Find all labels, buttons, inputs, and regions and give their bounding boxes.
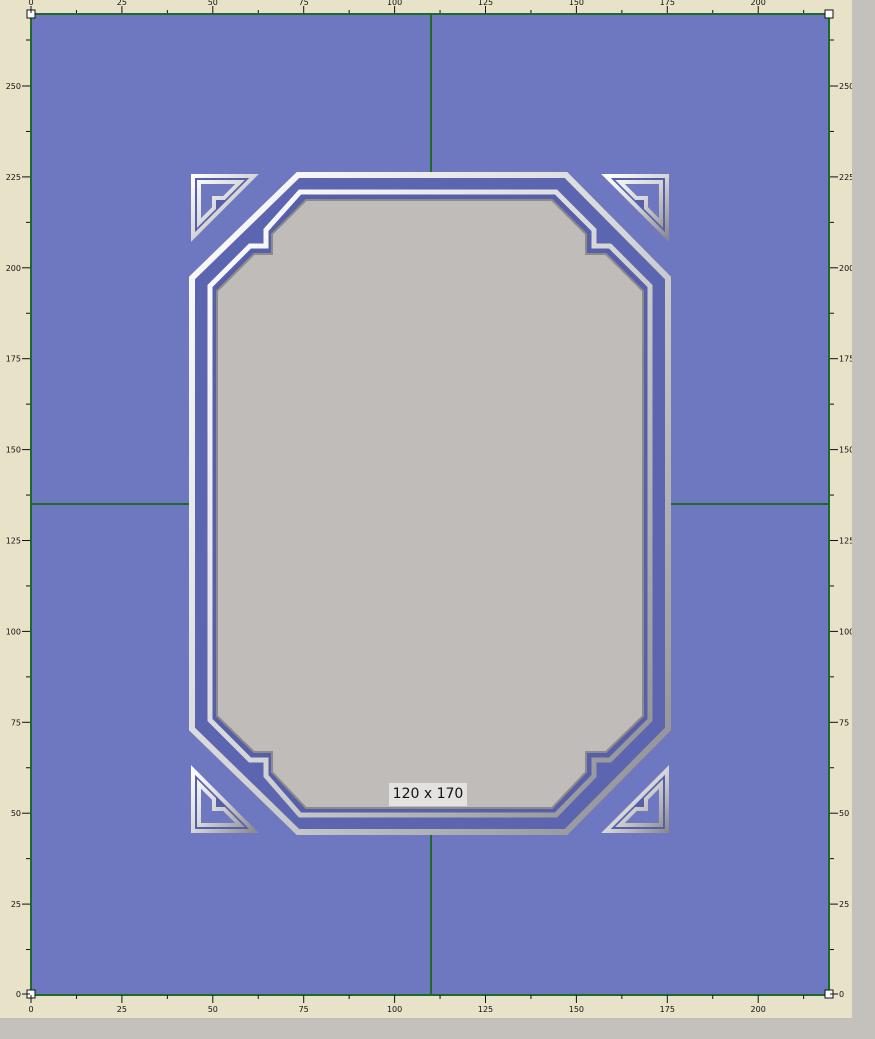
ruler-left-label: 175 xyxy=(6,355,21,364)
ruler-right-label: 75 xyxy=(839,718,849,727)
ruler-left-label: 100 xyxy=(6,627,21,636)
ruler-left-label: 75 xyxy=(11,718,21,727)
ruler-left[interactable] xyxy=(0,0,30,1018)
ruler-left-label: 250 xyxy=(6,82,21,91)
ruler-top-label: 100 xyxy=(387,0,402,7)
ruler-right-label: 25 xyxy=(839,900,849,909)
ruler-right-label: 175 xyxy=(839,355,852,364)
ruler-left-label: 0 xyxy=(16,990,21,999)
ruler-left-label: 150 xyxy=(6,446,21,455)
ruler-right-label: 0 xyxy=(839,990,844,999)
ruler-bottom-label: 150 xyxy=(569,1005,584,1014)
ruler-bottom[interactable] xyxy=(0,995,852,1018)
ruler-right-label: 225 xyxy=(839,173,852,182)
ruler-top[interactable] xyxy=(0,0,852,13)
ruler-right[interactable] xyxy=(830,0,852,1018)
ruler-top-label: 50 xyxy=(208,0,218,7)
right-panel-edge xyxy=(852,0,875,1019)
ruler-left-label: 25 xyxy=(11,900,21,909)
ruler-left-label: 125 xyxy=(6,537,21,546)
ruler-top-label: 25 xyxy=(117,0,127,7)
ruler-bottom-label: 0 xyxy=(28,1005,33,1014)
ruler-bottom-label: 75 xyxy=(299,1005,309,1014)
ruler-right-label: 250 xyxy=(839,82,852,91)
canvas-svg[interactable]: 0 25 50 75 100 125 150 175 200 0 25 50 75 100 125 150 17… xyxy=(0,0,852,1018)
ruler-bottom-label: 100 xyxy=(387,1005,402,1014)
ruler-left-label: 200 xyxy=(6,264,21,273)
ruler-right-label: 200 xyxy=(839,264,852,273)
ruler-top-label: 125 xyxy=(478,0,493,7)
ruler-left-label: 50 xyxy=(11,809,21,818)
ruler-right-label: 125 xyxy=(839,537,852,546)
ruler-bottom-label: 50 xyxy=(208,1005,218,1014)
ruler-top-label: 150 xyxy=(569,0,584,7)
ruler-right-label: 150 xyxy=(839,446,852,455)
ruler-top-label: 0 xyxy=(28,0,33,7)
ruler-top-label: 175 xyxy=(660,0,675,7)
ruler-top-label: 75 xyxy=(299,0,309,7)
ruler-bottom-label: 175 xyxy=(660,1005,675,1014)
ruler-right-label: 100 xyxy=(839,627,852,636)
handle-top-right[interactable] xyxy=(824,9,834,19)
ruler-bottom-label: 200 xyxy=(751,1005,766,1014)
bottom-panel-edge xyxy=(0,1019,875,1039)
ruler-top-label: 200 xyxy=(751,0,766,7)
frame-size-label: 120 x 170 xyxy=(389,783,467,806)
frame-editor-window: 0 25 50 75 100 125 150 175 200 0 25 50 75 100 125 150 17… xyxy=(0,0,875,1039)
ruler-right-label: 50 xyxy=(839,809,849,818)
ruler-bottom-label: 25 xyxy=(117,1005,127,1014)
ruler-bottom-label: 125 xyxy=(478,1005,493,1014)
ruler-left-label: 225 xyxy=(6,173,21,182)
mat-opening[interactable] xyxy=(216,199,644,809)
